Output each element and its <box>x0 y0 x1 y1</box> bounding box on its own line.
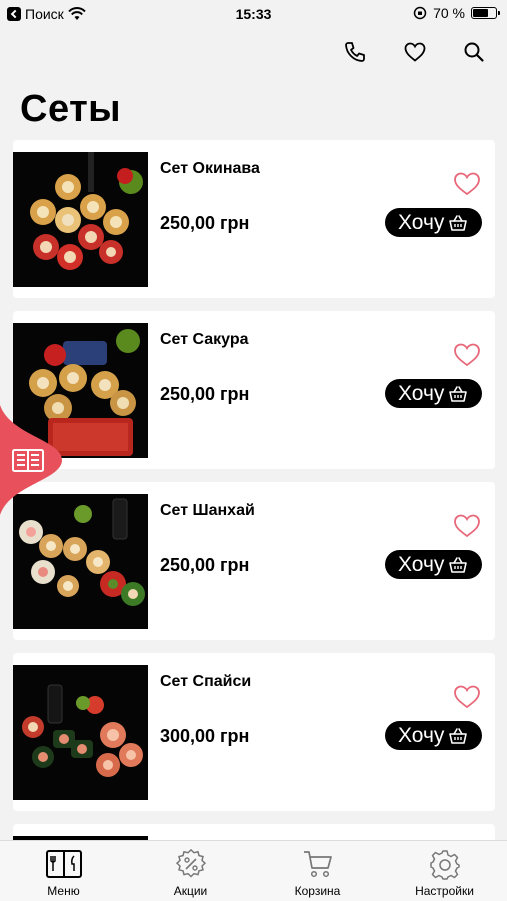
favorite-heart-icon[interactable] <box>453 683 481 709</box>
discount-icon <box>175 849 206 878</box>
tab-menu-label: Меню <box>47 884 80 898</box>
want-button[interactable]: Хочу <box>385 208 482 237</box>
basket-icon <box>449 385 468 402</box>
basket-icon <box>449 214 468 231</box>
product-name[interactable]: Сет Шанхай <box>160 502 255 520</box>
cart-icon <box>303 851 332 878</box>
favorite-heart-icon[interactable] <box>453 341 481 367</box>
status-right: 70 % <box>413 5 500 21</box>
favorites-heart-icon[interactable] <box>403 40 427 64</box>
search-icon[interactable] <box>462 40 486 64</box>
battery-icon <box>471 7 500 19</box>
product-name[interactable]: Сет Сакура <box>160 331 249 349</box>
basket-icon <box>449 556 468 573</box>
tab-cart-label: Корзина <box>294 884 341 898</box>
product-price: 250,00 грн <box>160 213 250 233</box>
product-price: 300,00 грн <box>160 726 250 746</box>
page-title: Сеты <box>20 88 122 130</box>
want-button[interactable]: Хочу <box>385 379 482 408</box>
product-image[interactable] <box>13 665 148 800</box>
orientation-lock-icon <box>413 6 427 20</box>
favorite-heart-icon[interactable] <box>453 170 481 196</box>
favorite-heart-icon[interactable] <box>453 512 481 538</box>
tab-cart[interactable]: Корзина <box>254 841 381 901</box>
product-card[interactable]: Сет Сакура 250,00 грн Хочу <box>13 311 495 469</box>
phone-icon[interactable] <box>343 40 367 64</box>
product-price: 250,00 грн <box>160 384 250 404</box>
bottom-tab-bar: Меню Акции Корзина Настройки <box>0 840 507 901</box>
status-bar: Поиск 15:33 70 % <box>0 0 507 28</box>
product-card[interactable]: Сет Окинава 250,00 грн Хочу <box>13 140 495 298</box>
tab-settings[interactable]: Настройки <box>381 841 507 901</box>
tab-promotions[interactable]: Акции <box>127 841 254 901</box>
want-button[interactable]: Хочу <box>385 550 482 579</box>
product-image[interactable] <box>13 152 148 287</box>
product-price: 250,00 грн <box>160 555 250 575</box>
want-button-label: Хочу <box>398 381 445 405</box>
want-button-label: Хочу <box>398 210 445 234</box>
battery-percent: 70 % <box>433 5 465 21</box>
product-name[interactable]: Сет Спайси <box>160 673 251 691</box>
product-name[interactable]: Сет Окинава <box>160 160 260 178</box>
want-button-label: Хочу <box>398 552 445 576</box>
tab-promotions-label: Акции <box>173 884 208 898</box>
product-card[interactable]: Сет Спайси 300,00 грн Хочу <box>13 653 495 811</box>
product-card[interactable]: Сет Шанхай 250,00 грн Хочу <box>13 482 495 640</box>
tab-menu[interactable]: Меню <box>0 841 127 901</box>
want-button-label: Хочу <box>398 723 445 747</box>
catalog-side-tab[interactable] <box>0 405 62 515</box>
basket-icon <box>449 727 468 744</box>
gear-icon <box>429 850 460 880</box>
menu-book-icon <box>45 850 82 878</box>
tab-settings-label: Настройки <box>415 884 474 898</box>
want-button[interactable]: Хочу <box>385 721 482 750</box>
